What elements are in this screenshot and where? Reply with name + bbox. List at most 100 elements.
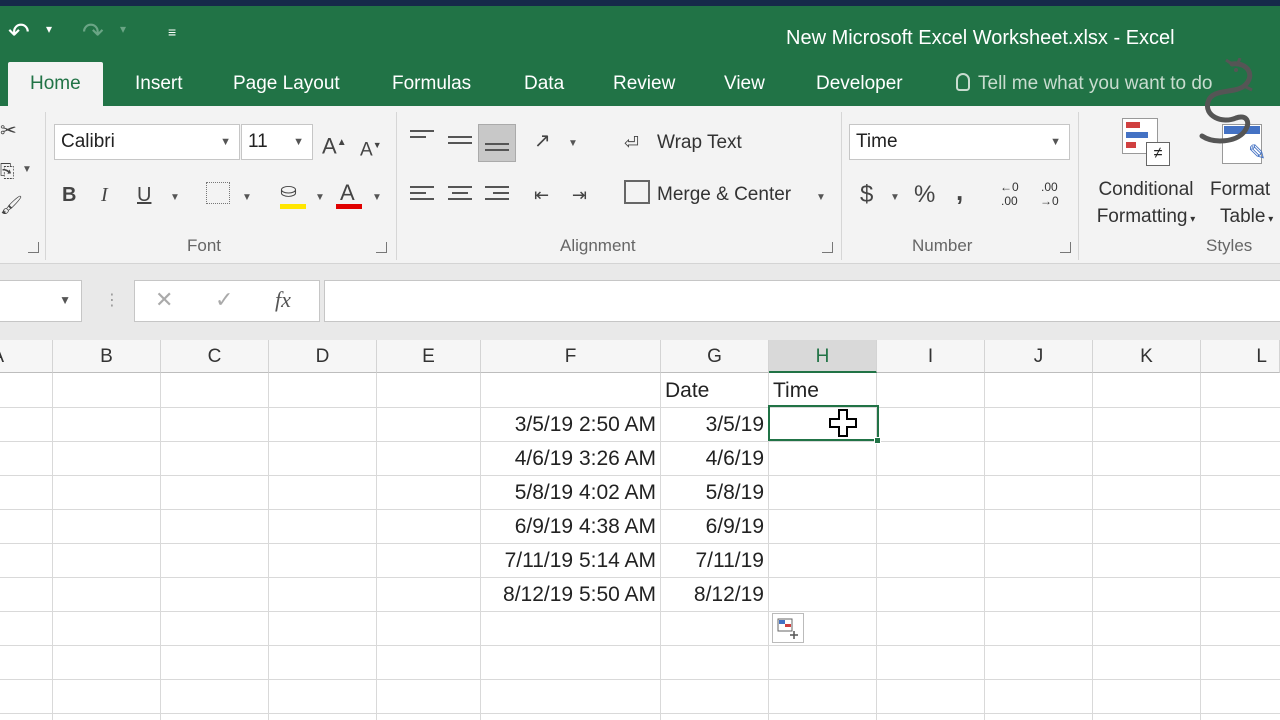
bold-button[interactable]: B xyxy=(62,180,76,210)
undo-dropdown-icon[interactable]: ▾ xyxy=(46,22,52,36)
align-bottom-button[interactable] xyxy=(478,124,516,162)
column-header-a[interactable]: A xyxy=(0,340,53,373)
tab-formulas[interactable]: Formulas xyxy=(392,62,471,106)
font-size-dropdown-icon[interactable]: ▼ xyxy=(293,125,304,159)
insert-function-icon[interactable]: fx xyxy=(275,287,291,313)
format-as-table-button[interactable]: Format Table ▾ xyxy=(1204,176,1280,233)
quick-analysis-button[interactable] xyxy=(772,613,804,643)
column-header-f[interactable]: F xyxy=(481,340,661,373)
underline-dropdown-icon[interactable]: ▼ xyxy=(170,192,180,203)
formula-input[interactable] xyxy=(324,280,1280,322)
column-header-i[interactable]: I xyxy=(877,340,985,373)
currency-dropdown-icon[interactable]: ▼ xyxy=(890,192,900,203)
align-center-icon[interactable] xyxy=(448,186,472,206)
align-middle-icon[interactable] xyxy=(448,136,472,156)
name-box[interactable]: ▼ xyxy=(0,280,82,322)
tab-home[interactable]: Home xyxy=(8,62,103,106)
cell-f-row1[interactable]: 3/5/19 2:50 AM xyxy=(481,408,660,442)
cell-g-row6[interactable]: 8/12/19 xyxy=(661,578,768,612)
cell-f-row6[interactable]: 8/12/19 5:50 AM xyxy=(481,578,660,612)
formula-bar-grip-icon[interactable]: ⋮ xyxy=(104,290,120,310)
cell-g-row1[interactable]: 3/5/19 xyxy=(661,408,768,442)
clipboard-launcher-icon[interactable] xyxy=(28,242,39,253)
cell-h-header[interactable]: Time xyxy=(769,374,876,408)
shrink-font-button[interactable]: A▼ xyxy=(360,130,382,165)
orientation-icon[interactable]: ↗ xyxy=(534,126,551,156)
cell-g-row3[interactable]: 5/8/19 xyxy=(661,476,768,510)
cell-g-row4[interactable]: 6/9/19 xyxy=(661,510,768,544)
format-painter-icon[interactable]: 🖌 xyxy=(0,190,23,220)
conditional-formatting-button[interactable]: Conditional Formatting ▾ xyxy=(1090,176,1202,233)
column-header-h[interactable]: H xyxy=(769,340,877,373)
column-header-d[interactable]: D xyxy=(269,340,377,373)
tab-review[interactable]: Review xyxy=(613,62,675,106)
tab-view[interactable]: View xyxy=(724,62,765,106)
cell-f-row2[interactable]: 4/6/19 3:26 AM xyxy=(481,442,660,476)
percent-button[interactable]: % xyxy=(914,180,935,210)
active-cell-selection[interactable] xyxy=(768,405,879,441)
borders-dropdown-icon[interactable]: ▼ xyxy=(242,192,252,203)
column-header-b[interactable]: B xyxy=(53,340,161,373)
decrease-decimal-button[interactable]: .00 →0 xyxy=(1040,180,1059,208)
grow-font-button[interactable]: A▲ xyxy=(322,128,347,161)
font-name-combo[interactable]: Calibri ▼ xyxy=(54,124,240,160)
column-header-k[interactable]: K xyxy=(1093,340,1201,373)
column-header-j[interactable]: J xyxy=(985,340,1093,373)
customize-qat-icon[interactable]: ≡ xyxy=(168,24,176,40)
fill-handle[interactable] xyxy=(874,437,881,444)
number-format-value: Time xyxy=(856,131,898,152)
font-color-dropdown-icon[interactable]: ▼ xyxy=(372,192,382,203)
cell-g-row5[interactable]: 7/11/19 xyxy=(661,544,768,578)
borders-icon[interactable] xyxy=(206,182,230,204)
column-header-g[interactable]: G xyxy=(661,340,769,373)
tell-me-text: Tell me what you want to do xyxy=(978,73,1213,94)
column-header-l[interactable]: L xyxy=(1201,340,1280,373)
merge-center-button[interactable]: Merge & Center xyxy=(657,184,791,206)
cancel-icon[interactable]: ✕ xyxy=(155,287,173,313)
tab-developer[interactable]: Developer xyxy=(816,62,903,106)
lightbulb-icon xyxy=(956,73,970,91)
fill-color-icon[interactable]: ⛀ xyxy=(280,176,297,206)
tell-me-search[interactable]: Tell me what you want to do xyxy=(956,62,1212,106)
fill-color-bar xyxy=(280,204,306,209)
tab-insert[interactable]: Insert xyxy=(135,62,183,106)
column-header-c[interactable]: C xyxy=(161,340,269,373)
align-top-icon[interactable] xyxy=(410,130,434,150)
cell-g-header[interactable]: Date xyxy=(661,374,768,408)
underline-button[interactable]: U xyxy=(137,180,151,210)
cell-f-row5[interactable]: 7/11/19 5:14 AM xyxy=(481,544,660,578)
copy-dropdown-icon[interactable]: ▼ xyxy=(22,164,32,175)
increase-indent-icon[interactable]: ⇥ xyxy=(572,180,587,210)
italic-button[interactable]: I xyxy=(101,180,108,210)
align-right-icon[interactable] xyxy=(485,186,509,206)
redo-dropdown-icon[interactable]: ▾ xyxy=(120,22,126,36)
cut-icon[interactable]: ✂ xyxy=(0,116,17,146)
increase-decimal-button[interactable]: ←0 .00 xyxy=(1000,180,1019,208)
undo-icon[interactable]: ↶ xyxy=(8,18,30,46)
orientation-dropdown-icon[interactable]: ▼ xyxy=(568,138,578,149)
wrap-text-button[interactable]: Wrap Text xyxy=(657,132,742,154)
number-launcher-icon[interactable] xyxy=(1060,242,1071,253)
number-format-dropdown-icon[interactable]: ▼ xyxy=(1050,125,1061,159)
currency-button[interactable]: $ xyxy=(860,180,873,210)
comma-button[interactable]: , xyxy=(956,176,963,206)
tab-data[interactable]: Data xyxy=(524,62,564,106)
column-header-e[interactable]: E xyxy=(377,340,481,373)
number-format-combo[interactable]: Time ▼ xyxy=(849,124,1070,160)
font-size-combo[interactable]: 11 ▼ xyxy=(241,124,313,160)
name-box-dropdown-icon[interactable]: ▼ xyxy=(59,293,71,307)
cell-f-row3[interactable]: 5/8/19 4:02 AM xyxy=(481,476,660,510)
fill-color-dropdown-icon[interactable]: ▼ xyxy=(315,192,325,203)
alignment-launcher-icon[interactable] xyxy=(822,242,833,253)
cell-g-row2[interactable]: 4/6/19 xyxy=(661,442,768,476)
merge-center-dropdown-icon[interactable]: ▼ xyxy=(816,192,826,203)
redo-icon[interactable]: ↷ xyxy=(82,18,104,46)
cell-f-row4[interactable]: 6/9/19 4:38 AM xyxy=(481,510,660,544)
enter-icon[interactable]: ✓ xyxy=(215,287,233,313)
font-launcher-icon[interactable] xyxy=(376,242,387,253)
decrease-indent-icon[interactable]: ⇤ xyxy=(534,180,549,210)
font-name-dropdown-icon[interactable]: ▼ xyxy=(220,125,231,159)
tab-page-layout[interactable]: Page Layout xyxy=(233,62,340,106)
align-left-icon[interactable] xyxy=(410,186,434,206)
copy-icon[interactable]: ⎘ xyxy=(0,156,14,186)
